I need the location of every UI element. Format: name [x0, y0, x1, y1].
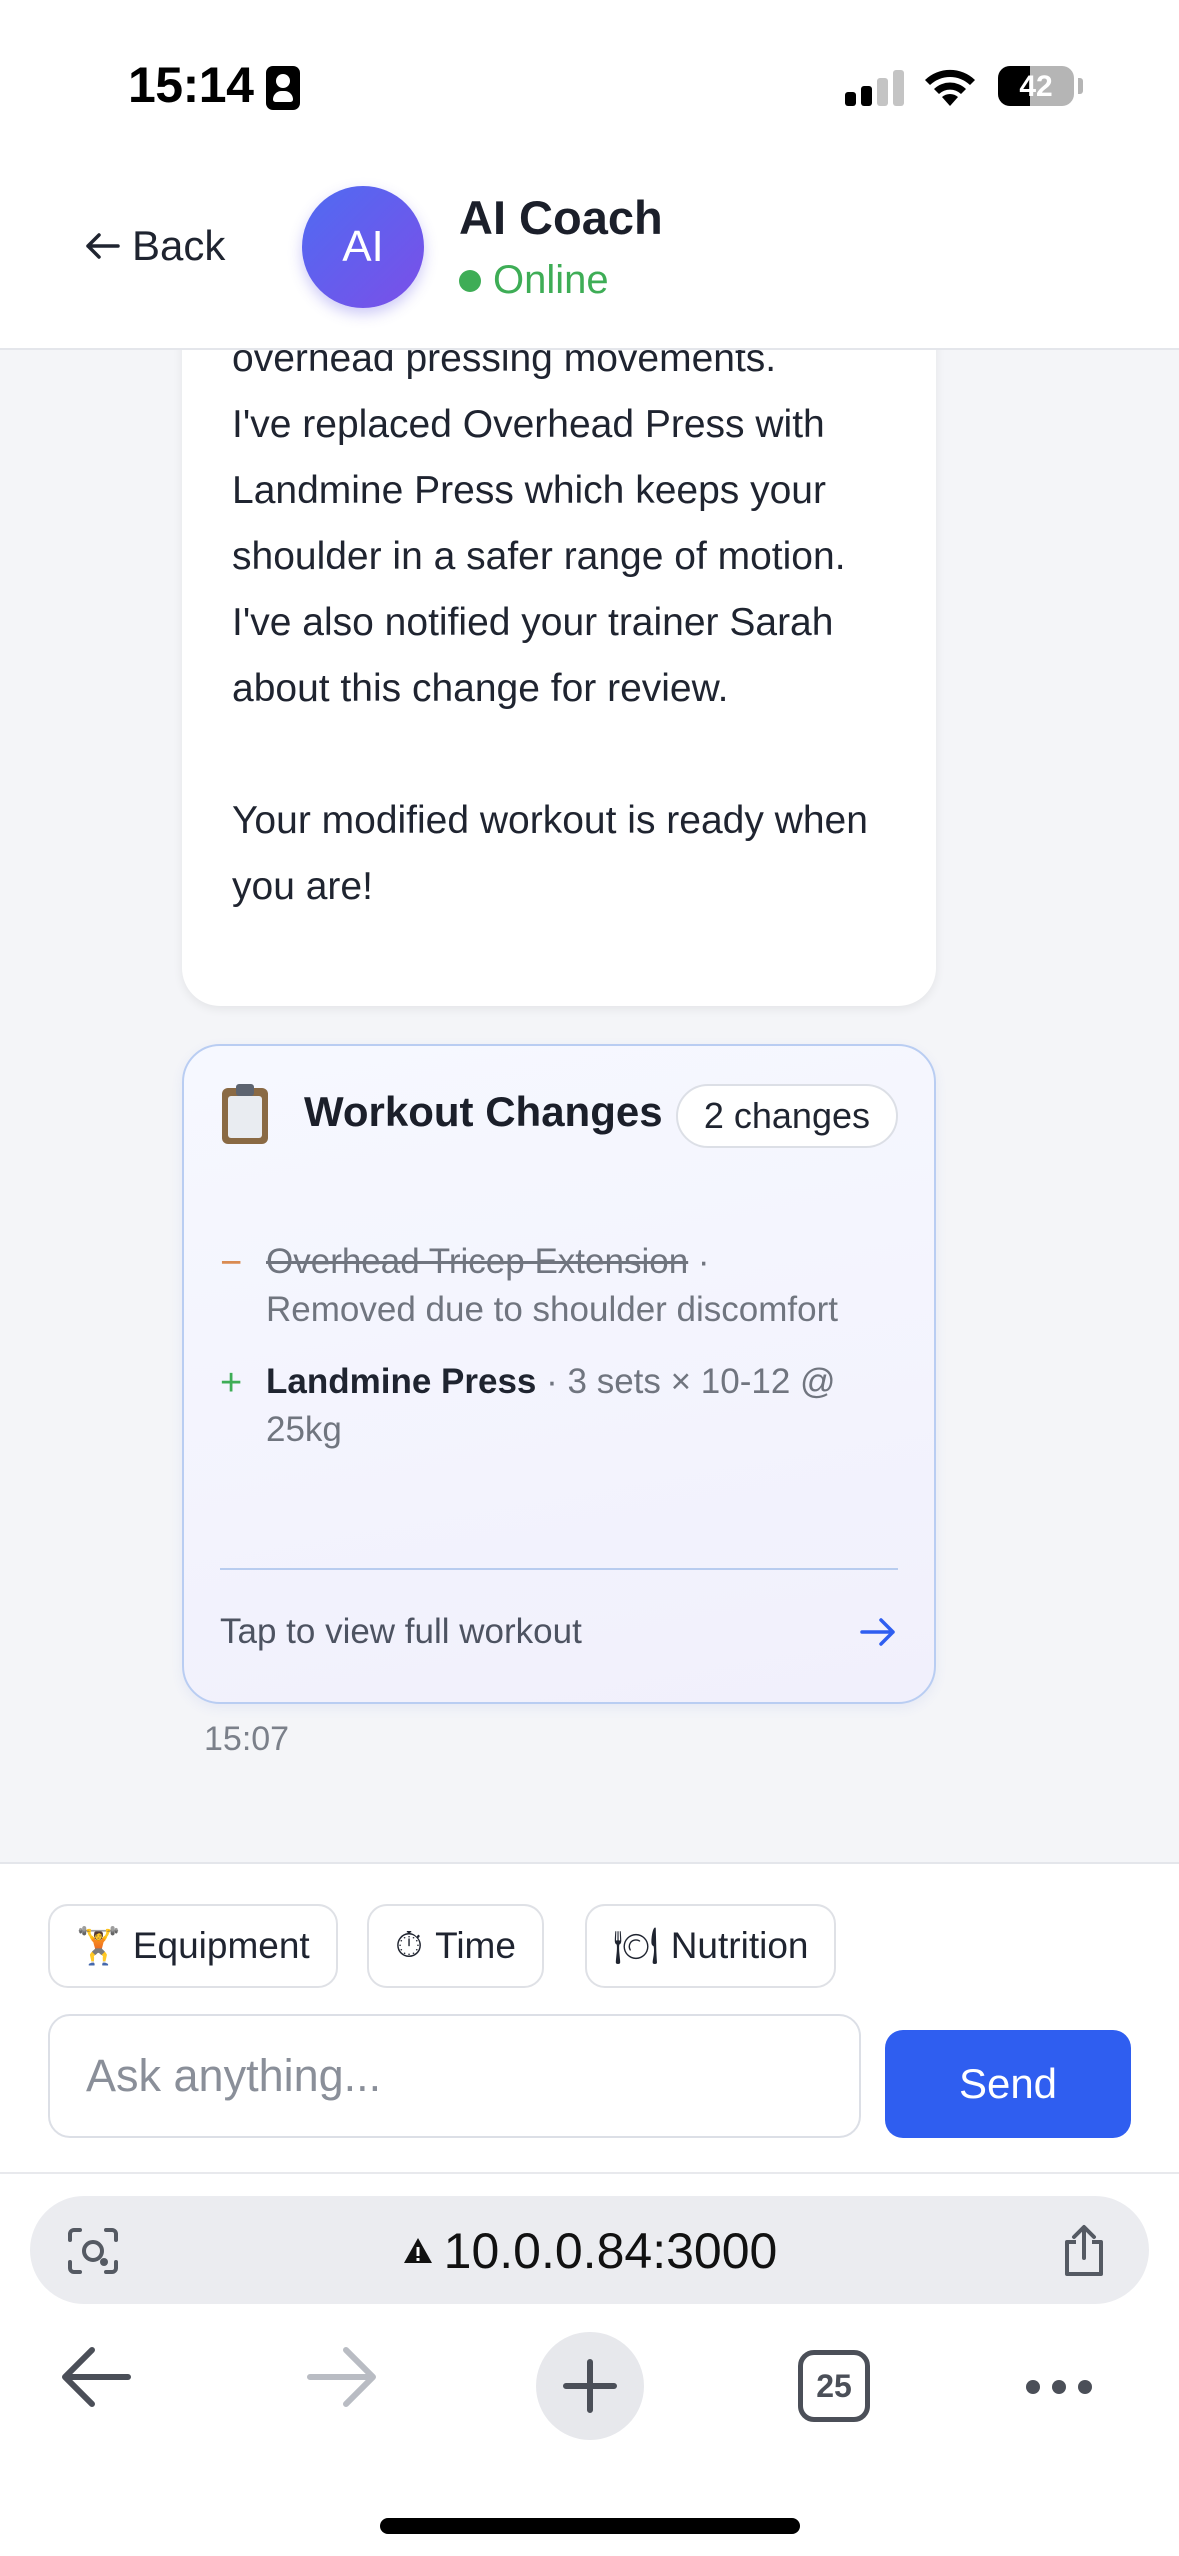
arrow-left-icon — [86, 233, 120, 259]
wifi-icon — [925, 69, 975, 106]
card-divider — [220, 1568, 898, 1570]
view-full-workout-link[interactable]: Tap to view full workout — [220, 1612, 582, 1652]
removed-detail: Removed due to shoulder discomfort — [266, 1290, 838, 1329]
minus-icon: − — [220, 1242, 243, 1284]
focus-person-icon — [266, 66, 300, 110]
chat-title: AI Coach — [459, 191, 663, 244]
plate-icon: 🍽 — [613, 1926, 659, 1967]
chip-nutrition-label: Nutrition — [670, 1925, 809, 1966]
removed-separator: · — [688, 1242, 710, 1281]
battery-icon: 42 — [998, 66, 1074, 106]
clipboard-icon — [222, 1084, 268, 1144]
chip-time[interactable]: ⏱ Time — [367, 1904, 544, 1988]
home-indicator — [380, 2518, 800, 2534]
cellular-signal-icon — [845, 70, 905, 106]
online-status: Online — [459, 258, 609, 303]
address-bar[interactable]: 10.0.0.84:3000 — [30, 2196, 1149, 2304]
change-item-added: + Landmine Press · 3 sets × 10-12 @ 25kg — [220, 1358, 910, 1454]
coach-message-bubble: overhead pressing movements. I've replac… — [182, 350, 936, 1006]
browser-toolbar: 10.0.0.84:3000 25 — [0, 2172, 1179, 2556]
more-menu-icon[interactable] — [1026, 2380, 1092, 2394]
coach-message-text: overhead pressing movements. I've replac… — [232, 350, 868, 908]
status-time: 15:14 — [128, 57, 254, 113]
battery-percent: 42 — [1019, 70, 1053, 103]
new-tab-button[interactable] — [536, 2332, 644, 2440]
warning-icon — [403, 2238, 432, 2263]
back-label: Back — [132, 222, 226, 269]
plus-icon: + — [220, 1362, 243, 1404]
change-item-removed: − Overhead Tricep Extension · Removed du… — [220, 1238, 910, 1334]
back-button[interactable]: Back — [84, 222, 225, 270]
added-separator: · — [536, 1362, 568, 1401]
plus-icon — [563, 2359, 617, 2413]
status-bar: 15:14 42 — [0, 0, 1179, 170]
added-exercise-name: Landmine Press — [266, 1362, 537, 1401]
composer: 🏋 Equipment ⏱ Time 🍽 Nutrition Send — [0, 1862, 1179, 2172]
browser-forward-icon[interactable] — [306, 2344, 378, 2410]
changes-count-badge: 2 changes — [675, 1084, 898, 1148]
chip-time-label: Time — [435, 1925, 516, 1966]
battery-tip — [1078, 78, 1083, 94]
chat-messages[interactable]: overhead pressing movements. I've replac… — [0, 350, 1179, 1862]
url-display: 10.0.0.84:3000 — [30, 2222, 1149, 2280]
online-status-label: Online — [493, 258, 609, 302]
url-text: 10.0.0.84:3000 — [443, 2223, 778, 2279]
change-removed-body: Overhead Tricep Extension · Removed due … — [266, 1238, 838, 1334]
workout-changes-title: Workout Changes — [304, 1088, 663, 1135]
chip-nutrition[interactable]: 🍽 Nutrition — [585, 1904, 837, 1988]
message-timestamp: 15:07 — [204, 1720, 290, 1758]
weightlifter-icon: 🏋 — [76, 1926, 121, 1967]
avatar: AI — [302, 186, 424, 308]
change-added-body: Landmine Press · 3 sets × 10-12 @ 25kg — [266, 1358, 910, 1454]
chip-equipment[interactable]: 🏋 Equipment — [48, 1904, 338, 1988]
removed-exercise-name: Overhead Tricep Extension — [266, 1242, 689, 1281]
message-input[interactable] — [48, 2014, 861, 2138]
tabs-button[interactable]: 25 — [798, 2350, 870, 2422]
browser-back-icon[interactable] — [60, 2344, 132, 2410]
workout-changes-card[interactable]: Workout Changes 2 changes − Overhead Tri… — [182, 1044, 936, 1704]
send-button[interactable]: Send — [885, 2030, 1131, 2138]
chat-header: Back AI AI Coach Online — [0, 170, 1179, 350]
online-dot-icon — [459, 269, 481, 292]
chip-equipment-label: Equipment — [132, 1925, 310, 1966]
share-icon[interactable] — [1059, 2224, 1109, 2278]
arrow-right-icon[interactable] — [858, 1612, 898, 1652]
stopwatch-icon: ⏱ — [395, 1925, 424, 1966]
